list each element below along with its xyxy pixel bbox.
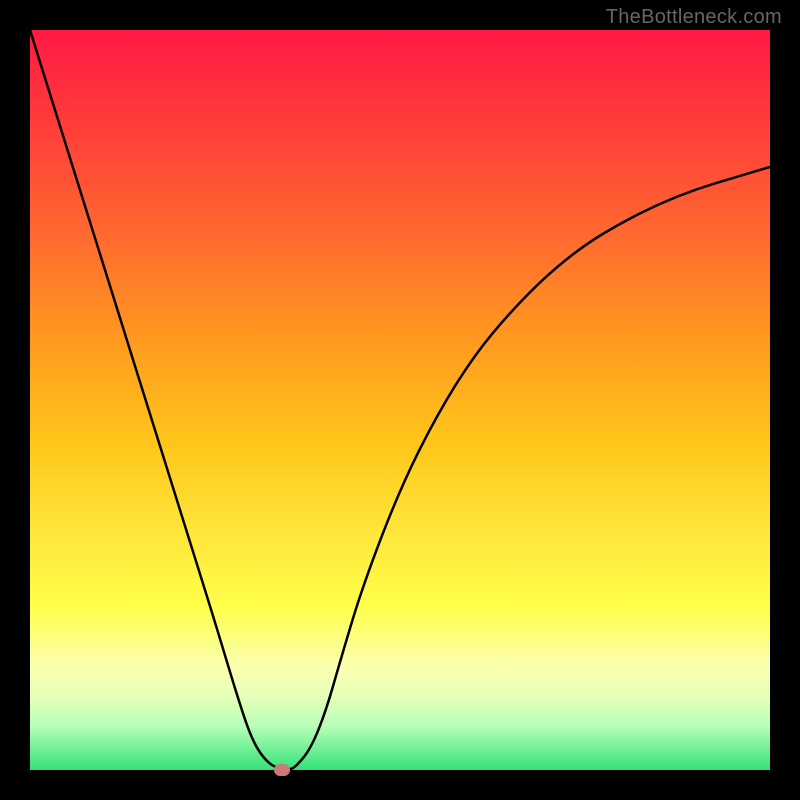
plot-area <box>30 30 770 770</box>
optimum-marker <box>274 764 290 776</box>
bottleneck-curve <box>30 30 770 770</box>
watermark-text: TheBottleneck.com <box>606 6 782 29</box>
chart-frame: TheBottleneck.com <box>0 0 800 800</box>
